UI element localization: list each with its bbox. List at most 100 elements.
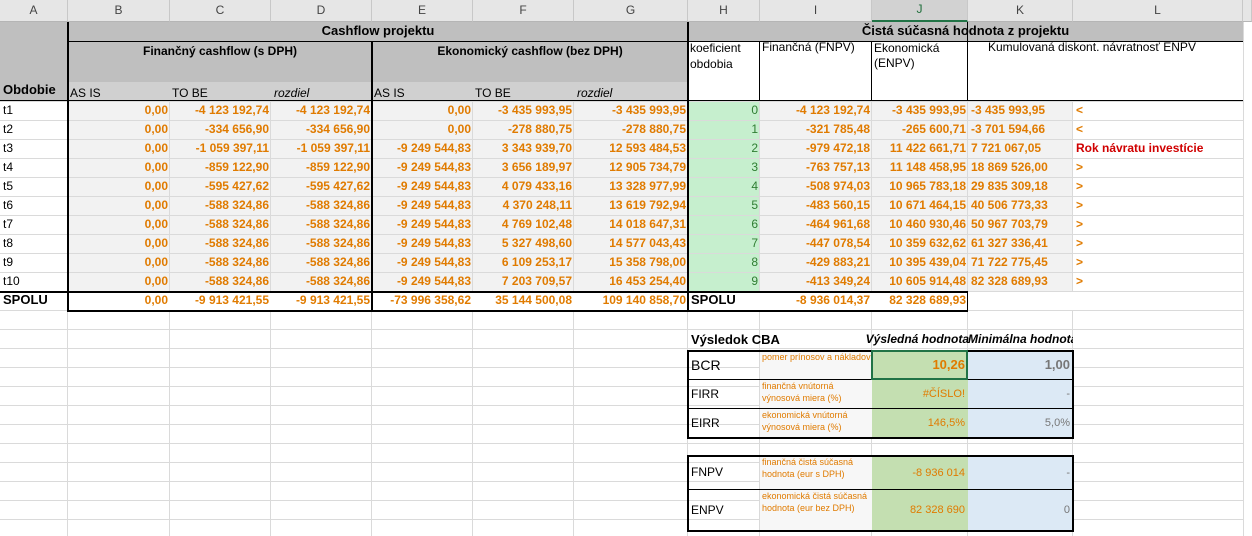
total-e[interactable]: -73 996 358,62 bbox=[372, 291, 473, 310]
column-header-g[interactable]: G bbox=[574, 0, 688, 22]
cell-h-row[interactable]: 0 bbox=[688, 101, 760, 120]
cell-b-row[interactable]: 0,00 bbox=[68, 196, 170, 215]
cell-j-row[interactable]: 10 395 439,04 bbox=[872, 253, 968, 272]
cell-d-row[interactable]: -4 123 192,74 bbox=[271, 101, 372, 120]
cell-j-row[interactable]: 10 965 783,18 bbox=[872, 177, 968, 196]
cell-j-row[interactable]: 10 605 914,48 bbox=[872, 272, 968, 291]
cell-a-row[interactable]: t10 bbox=[0, 272, 68, 291]
cell-f-row[interactable]: 3 656 189,97 bbox=[473, 158, 574, 177]
cell-g-row[interactable]: 13 328 977,99 bbox=[574, 177, 688, 196]
cell-a-row[interactable]: t1 bbox=[0, 101, 68, 120]
cell-l-row[interactable]: Rok návratu investície bbox=[1073, 139, 1243, 158]
cell-l-row[interactable]: > bbox=[1073, 158, 1243, 177]
cell-f-row[interactable]: 3 343 939,70 bbox=[473, 139, 574, 158]
cell-j-row[interactable]: 11 148 458,95 bbox=[872, 158, 968, 177]
cell-l-row[interactable]: < bbox=[1073, 101, 1243, 120]
cell-k-row[interactable]: 40 506 773,33 bbox=[968, 196, 1073, 215]
cell-e-row[interactable]: -9 249 544,83 bbox=[372, 234, 473, 253]
cell-j-row[interactable]: 10 671 464,15 bbox=[872, 196, 968, 215]
cell-i-row[interactable]: -508 974,03 bbox=[760, 177, 872, 196]
cell-k-row[interactable]: -3 435 993,95 bbox=[968, 101, 1073, 120]
cell-j-row[interactable]: 10 359 632,62 bbox=[872, 234, 968, 253]
cell-l-row[interactable]: > bbox=[1073, 196, 1243, 215]
cell-i-row[interactable]: -321 785,48 bbox=[760, 120, 872, 139]
cell-e-row[interactable]: 0,00 bbox=[372, 101, 473, 120]
cell-d-row[interactable]: -334 656,90 bbox=[271, 120, 372, 139]
cell-e-row[interactable]: -9 249 544,83 bbox=[372, 158, 473, 177]
column-header-l[interactable]: L bbox=[1073, 0, 1243, 22]
cell-b-row[interactable]: 0,00 bbox=[68, 120, 170, 139]
cell-g-row[interactable]: 16 453 254,40 bbox=[574, 272, 688, 291]
cell-a-row[interactable]: t6 bbox=[0, 196, 68, 215]
cell-a-row[interactable]: t8 bbox=[0, 234, 68, 253]
cell-l-row[interactable]: > bbox=[1073, 253, 1243, 272]
column-header-k[interactable]: K bbox=[968, 0, 1073, 22]
cell-c-row[interactable]: -588 324,86 bbox=[170, 253, 271, 272]
cell-c-row[interactable]: -588 324,86 bbox=[170, 196, 271, 215]
cell-b-row[interactable]: 0,00 bbox=[68, 158, 170, 177]
cell-j-row[interactable]: 11 422 661,71 bbox=[872, 139, 968, 158]
cell-c-row[interactable]: -1 059 397,11 bbox=[170, 139, 271, 158]
cell-g-row[interactable]: 12 905 734,79 bbox=[574, 158, 688, 177]
cell-i-row[interactable]: -763 757,13 bbox=[760, 158, 872, 177]
cell-i-row[interactable]: -483 560,15 bbox=[760, 196, 872, 215]
total-f[interactable]: 35 144 500,08 bbox=[473, 291, 574, 310]
cell-h-row[interactable]: 5 bbox=[688, 196, 760, 215]
cell-i-row[interactable]: -413 349,24 bbox=[760, 272, 872, 291]
cell-k-row[interactable]: 82 328 689,93 bbox=[968, 272, 1073, 291]
cell-l-row[interactable]: < bbox=[1073, 120, 1243, 139]
active-cell-selection[interactable] bbox=[871, 350, 968, 380]
cell-h-row[interactable]: 8 bbox=[688, 253, 760, 272]
cell-e-row[interactable]: -9 249 544,83 bbox=[372, 272, 473, 291]
column-header-e[interactable]: E bbox=[372, 0, 473, 22]
column-header-b[interactable]: B bbox=[68, 0, 170, 22]
cell-h-row[interactable]: 7 bbox=[688, 234, 760, 253]
total-c[interactable]: -9 913 421,55 bbox=[170, 291, 271, 310]
cell-h-row[interactable]: 1 bbox=[688, 120, 760, 139]
cell-c-row[interactable]: -4 123 192,74 bbox=[170, 101, 271, 120]
cell-a-row[interactable]: t5 bbox=[0, 177, 68, 196]
cell-a-row[interactable]: t3 bbox=[0, 139, 68, 158]
cell-a-row[interactable]: t2 bbox=[0, 120, 68, 139]
cell-i-row[interactable]: -4 123 192,74 bbox=[760, 101, 872, 120]
cba-min-fnpv[interactable]: - bbox=[968, 456, 1073, 490]
cell-h-row[interactable]: 9 bbox=[688, 272, 760, 291]
cell-c-row[interactable]: -588 324,86 bbox=[170, 215, 271, 234]
cell-d-row[interactable]: -588 324,86 bbox=[271, 234, 372, 253]
cell-c-row[interactable]: -588 324,86 bbox=[170, 234, 271, 253]
cell-i-row[interactable]: -979 472,18 bbox=[760, 139, 872, 158]
cell-b-row[interactable]: 0,00 bbox=[68, 215, 170, 234]
cell-d-row[interactable]: -859 122,90 bbox=[271, 158, 372, 177]
column-header-a[interactable]: A bbox=[0, 0, 68, 22]
cell-c-row[interactable]: -859 122,90 bbox=[170, 158, 271, 177]
cell-b-row[interactable]: 0,00 bbox=[68, 139, 170, 158]
cell-b-row[interactable]: 0,00 bbox=[68, 101, 170, 120]
total-b[interactable]: 0,00 bbox=[68, 291, 170, 310]
cba-value-enpv[interactable]: 82 328 690 bbox=[872, 490, 968, 531]
cba-value-firr[interactable]: #ČÍSLO! bbox=[872, 380, 968, 409]
cell-e-row[interactable]: -9 249 544,83 bbox=[372, 253, 473, 272]
cell-g-row[interactable]: 12 593 484,53 bbox=[574, 139, 688, 158]
cell-g-row[interactable]: -278 880,75 bbox=[574, 120, 688, 139]
cell-e-row[interactable]: -9 249 544,83 bbox=[372, 177, 473, 196]
cell-k-row[interactable]: 61 327 336,41 bbox=[968, 234, 1073, 253]
cell-j-row[interactable]: 10 460 930,46 bbox=[872, 215, 968, 234]
total-i[interactable]: -8 936 014,37 bbox=[760, 291, 872, 310]
cell-c-row[interactable]: -595 427,62 bbox=[170, 177, 271, 196]
cell-k-row[interactable]: 29 835 309,18 bbox=[968, 177, 1073, 196]
cba-min-bcr[interactable]: 1,00 bbox=[968, 351, 1073, 380]
cell-l-row[interactable]: > bbox=[1073, 215, 1243, 234]
column-header-i[interactable]: I bbox=[760, 0, 872, 22]
cell-e-row[interactable]: -9 249 544,83 bbox=[372, 196, 473, 215]
cell-b-row[interactable]: 0,00 bbox=[68, 272, 170, 291]
cell-d-row[interactable]: -588 324,86 bbox=[271, 253, 372, 272]
cell-d-row[interactable]: -1 059 397,11 bbox=[271, 139, 372, 158]
cell-k-row[interactable]: 7 721 067,05 bbox=[968, 139, 1073, 158]
cell-f-row[interactable]: -278 880,75 bbox=[473, 120, 574, 139]
cell-d-row[interactable]: -588 324,86 bbox=[271, 196, 372, 215]
cell-b-row[interactable]: 0,00 bbox=[68, 234, 170, 253]
cell-l-row[interactable]: > bbox=[1073, 272, 1243, 291]
cell-f-row[interactable]: 4 769 102,48 bbox=[473, 215, 574, 234]
cell-f-row[interactable]: 7 203 709,57 bbox=[473, 272, 574, 291]
cell-f-row[interactable]: 6 109 253,17 bbox=[473, 253, 574, 272]
